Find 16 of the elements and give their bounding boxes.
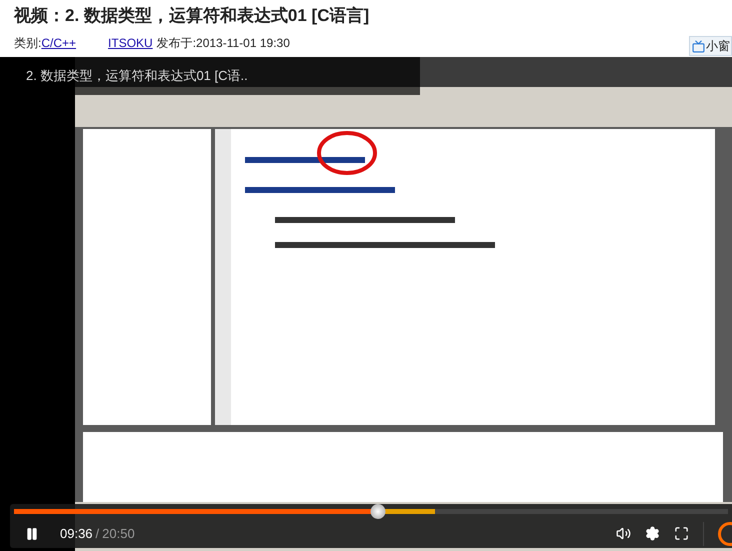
publish-date: 发布于:2013-11-01 19:30 (156, 35, 290, 52)
page-title: 视频：2. 数据类型，运算符和表达式01 [C语言] (14, 5, 370, 28)
category-label: 类别: (14, 35, 42, 52)
time-separator: / (96, 524, 100, 543)
progress-track[interactable] (14, 504, 728, 519)
mini-window-button[interactable]: 小窗 (689, 36, 732, 56)
video-overlay-title: 2. 数据类型，运算符和表达式01 [C语.. (26, 67, 248, 86)
category-link[interactable]: C/C++ (41, 34, 76, 52)
tv-icon (692, 40, 705, 52)
progress-thumb[interactable] (370, 504, 386, 519)
volume-button[interactable] (616, 526, 631, 541)
current-time: 09:36 (60, 524, 93, 543)
author-link[interactable]: ITSOKU (108, 34, 153, 52)
duration: 20:50 (102, 524, 135, 543)
fullscreen-button[interactable] (674, 526, 689, 541)
settings-button[interactable] (645, 526, 660, 541)
